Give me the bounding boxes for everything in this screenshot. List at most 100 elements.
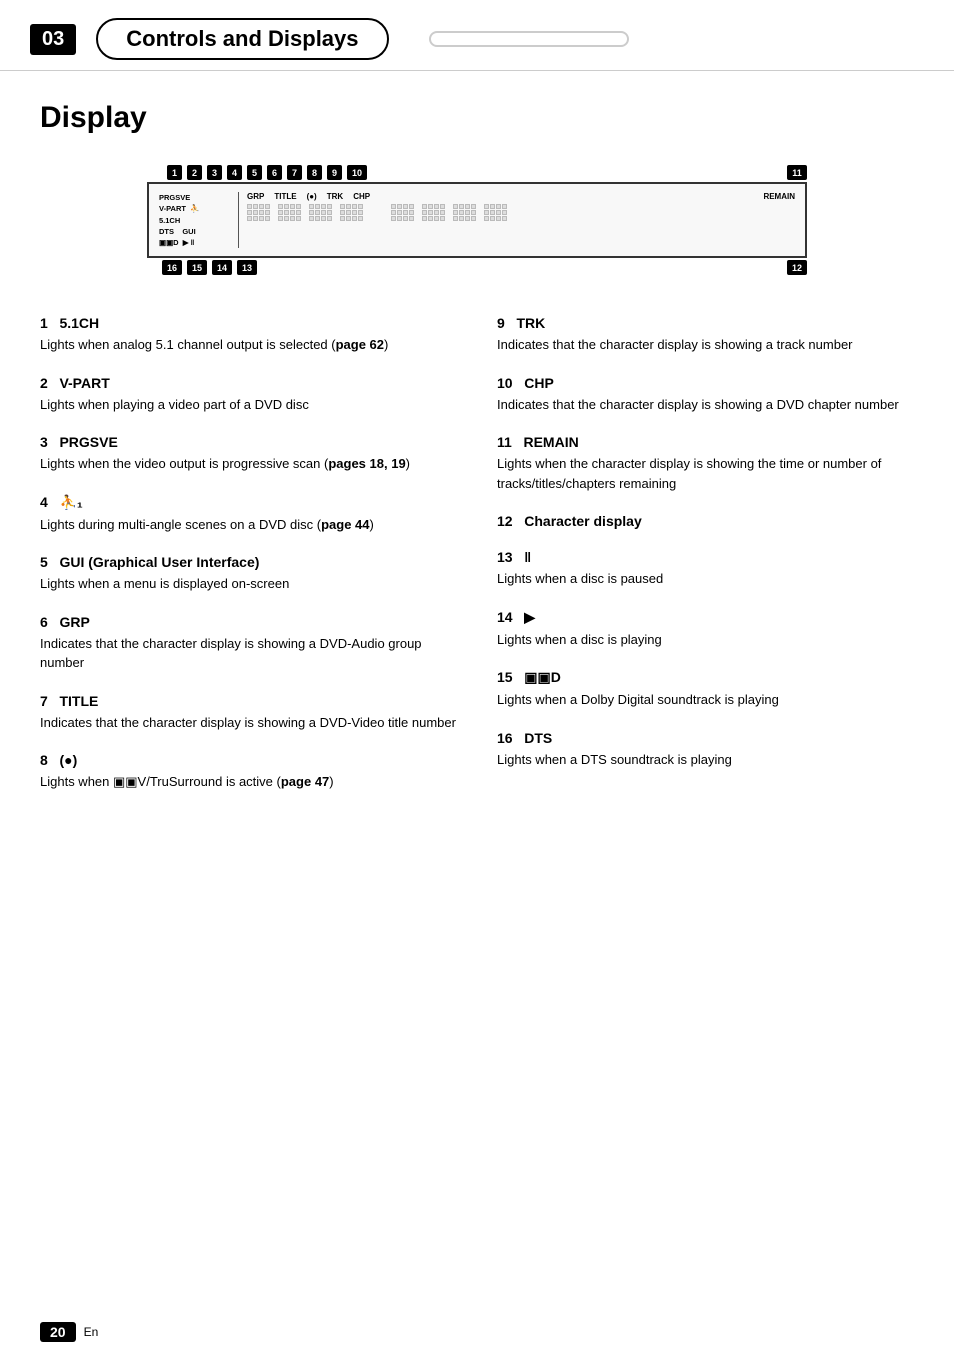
desc-text-4: Lights during multi-angle scenes on a DV… (40, 515, 457, 535)
diagram-outer: 1 2 3 4 5 6 7 8 9 10 11 PRGSVE V-PART ⛹ (147, 165, 807, 275)
seg-block-1 (247, 204, 270, 221)
label-trk: TRK (327, 192, 343, 201)
page-footer: 20 En (0, 1312, 954, 1352)
desc-heading-6: 6 GRP (40, 614, 457, 630)
badge-10: 10 (347, 165, 367, 180)
desc-heading-13: 13 ‖ (497, 549, 914, 565)
desc-heading-2: 2 V-PART (40, 375, 457, 391)
page-language: En (84, 1325, 99, 1339)
desc-text-15: Lights when a Dolby Digital soundtrack i… (497, 690, 914, 710)
desc-item-1: 1 5.1CH Lights when analog 5.1 channel o… (40, 315, 457, 355)
desc-item-12: 12 Character display (497, 513, 914, 529)
desc-text-10: Indicates that the character display is … (497, 395, 914, 415)
desc-text-1: Lights when analog 5.1 channel output is… (40, 335, 457, 355)
desc-item-15: 15 ▣▣D Lights when a Dolby Digital sound… (497, 669, 914, 710)
badge-13: 13 (237, 260, 257, 275)
badge-4: 4 (227, 165, 242, 180)
desc-item-3: 3 PRGSVE Lights when the video output is… (40, 434, 457, 474)
desc-text-11: Lights when the character display is sho… (497, 454, 914, 493)
bottom-badges-row: 16 15 14 13 12 (147, 260, 807, 275)
badge-5: 5 (247, 165, 262, 180)
badge-15: 15 (187, 260, 207, 275)
desc-text-8: Lights when ▣▣V/TruSurround is active (p… (40, 772, 457, 792)
panel-left-section: PRGSVE V-PART ⛹ 5.1CH DTS GUI ▣▣D ▶ ‖ (159, 192, 239, 248)
desc-text-6: Indicates that the character display is … (40, 634, 457, 673)
badge-14: 14 (212, 260, 232, 275)
descriptions-grid: 1 5.1CH Lights when analog 5.1 channel o… (40, 315, 914, 812)
seg-block-7 (453, 204, 476, 221)
desc-item-8: 8 (●) Lights when ▣▣V/TruSurround is act… (40, 752, 457, 792)
desc-heading-15: 15 ▣▣D (497, 669, 914, 686)
page-header: 03 Controls and Displays (0, 0, 954, 71)
desc-text-14: Lights when a disc is playing (497, 630, 914, 650)
desc-text-9: Indicates that the character display is … (497, 335, 914, 355)
seg-block-5 (391, 204, 414, 221)
label-circle: (●) (307, 192, 317, 201)
desc-text-13: Lights when a disc is paused (497, 569, 914, 589)
desc-heading-10: 10 CHP (497, 375, 914, 391)
top-badges-row: 1 2 3 4 5 6 7 8 9 10 11 (147, 165, 807, 180)
desc-heading-1: 1 5.1CH (40, 315, 457, 331)
desc-text-7: Indicates that the character display is … (40, 713, 457, 733)
desc-heading-9: 9 TRK (497, 315, 914, 331)
desc-heading-5: 5 GUI (Graphical User Interface) (40, 554, 457, 570)
desc-item-6: 6 GRP Indicates that the character displ… (40, 614, 457, 673)
badge-2: 2 (187, 165, 202, 180)
desc-text-2: Lights when playing a video part of a DV… (40, 395, 457, 415)
badge-3: 3 (207, 165, 222, 180)
seg-block-2 (278, 204, 301, 221)
desc-text-16: Lights when a DTS soundtrack is playing (497, 750, 914, 770)
label-remain: REMAIN (763, 192, 795, 201)
desc-item-4: 4 ⛹₁ Lights during multi-angle scenes on… (40, 494, 457, 535)
seg-block-4 (340, 204, 363, 221)
seg-block-3 (309, 204, 332, 221)
chapter-badge: 03 (30, 24, 76, 55)
panel-mid-labels: GRP TITLE (●) TRK CHP REMAIN (247, 192, 795, 201)
desc-item-7: 7 TITLE Indicates that the character dis… (40, 693, 457, 733)
desc-heading-14: 14 ▶ (497, 609, 914, 626)
desc-heading-3: 3 PRGSVE (40, 434, 457, 450)
desc-text-3: Lights when the video output is progress… (40, 454, 457, 474)
badge-16: 16 (162, 260, 182, 275)
seg-block-6 (422, 204, 445, 221)
badge-6: 6 (267, 165, 282, 180)
page-body: Display 1 2 3 4 5 6 7 8 9 10 11 (0, 71, 954, 842)
label-title: TITLE (274, 192, 296, 201)
desc-heading-4: 4 ⛹₁ (40, 494, 457, 511)
desc-heading-7: 7 TITLE (40, 693, 457, 709)
desc-item-5: 5 GUI (Graphical User Interface) Lights … (40, 554, 457, 594)
desc-item-9: 9 TRK Indicates that the character displ… (497, 315, 914, 355)
display-panel: PRGSVE V-PART ⛹ 5.1CH DTS GUI ▣▣D ▶ ‖ GR… (147, 182, 807, 258)
desc-item-10: 10 CHP Indicates that the character disp… (497, 375, 914, 415)
panel-left-text: PRGSVE V-PART ⛹ 5.1CH DTS GUI ▣▣D ▶ ‖ (159, 192, 230, 248)
label-grp: GRP (247, 192, 264, 201)
desc-item-13: 13 ‖ Lights when a disc is paused (497, 549, 914, 589)
desc-heading-11: 11 REMAIN (497, 434, 914, 450)
desc-item-2: 2 V-PART Lights when playing a video par… (40, 375, 457, 415)
badge-1: 1 (167, 165, 182, 180)
seg-block-8 (484, 204, 507, 221)
desc-heading-12: 12 Character display (497, 513, 914, 529)
badge-9: 9 (327, 165, 342, 180)
descriptions-col2: 9 TRK Indicates that the character displ… (497, 315, 914, 812)
label-chp: CHP (353, 192, 370, 201)
panel-mid: GRP TITLE (●) TRK CHP REMAIN (247, 192, 795, 248)
page-number: 20 (40, 1322, 76, 1342)
panel-seg-row (247, 204, 795, 221)
badge-8: 8 (307, 165, 322, 180)
desc-heading-8: 8 (●) (40, 752, 457, 768)
desc-item-11: 11 REMAIN Lights when the character disp… (497, 434, 914, 493)
header-right-pill (429, 31, 629, 47)
desc-item-14: 14 ▶ Lights when a disc is playing (497, 609, 914, 650)
badge-7: 7 (287, 165, 302, 180)
display-diagram: 1 2 3 4 5 6 7 8 9 10 11 PRGSVE V-PART ⛹ (40, 165, 914, 275)
page-title: Controls and Displays (96, 18, 388, 60)
desc-heading-16: 16 DTS (497, 730, 914, 746)
section-title: Display (40, 101, 914, 135)
descriptions-col1: 1 5.1CH Lights when analog 5.1 channel o… (40, 315, 457, 812)
badge-12: 12 (787, 260, 807, 275)
panel-right-segs (391, 204, 507, 221)
badge-11: 11 (787, 165, 807, 180)
desc-item-16: 16 DTS Lights when a DTS soundtrack is p… (497, 730, 914, 770)
desc-text-5: Lights when a menu is displayed on-scree… (40, 574, 457, 594)
